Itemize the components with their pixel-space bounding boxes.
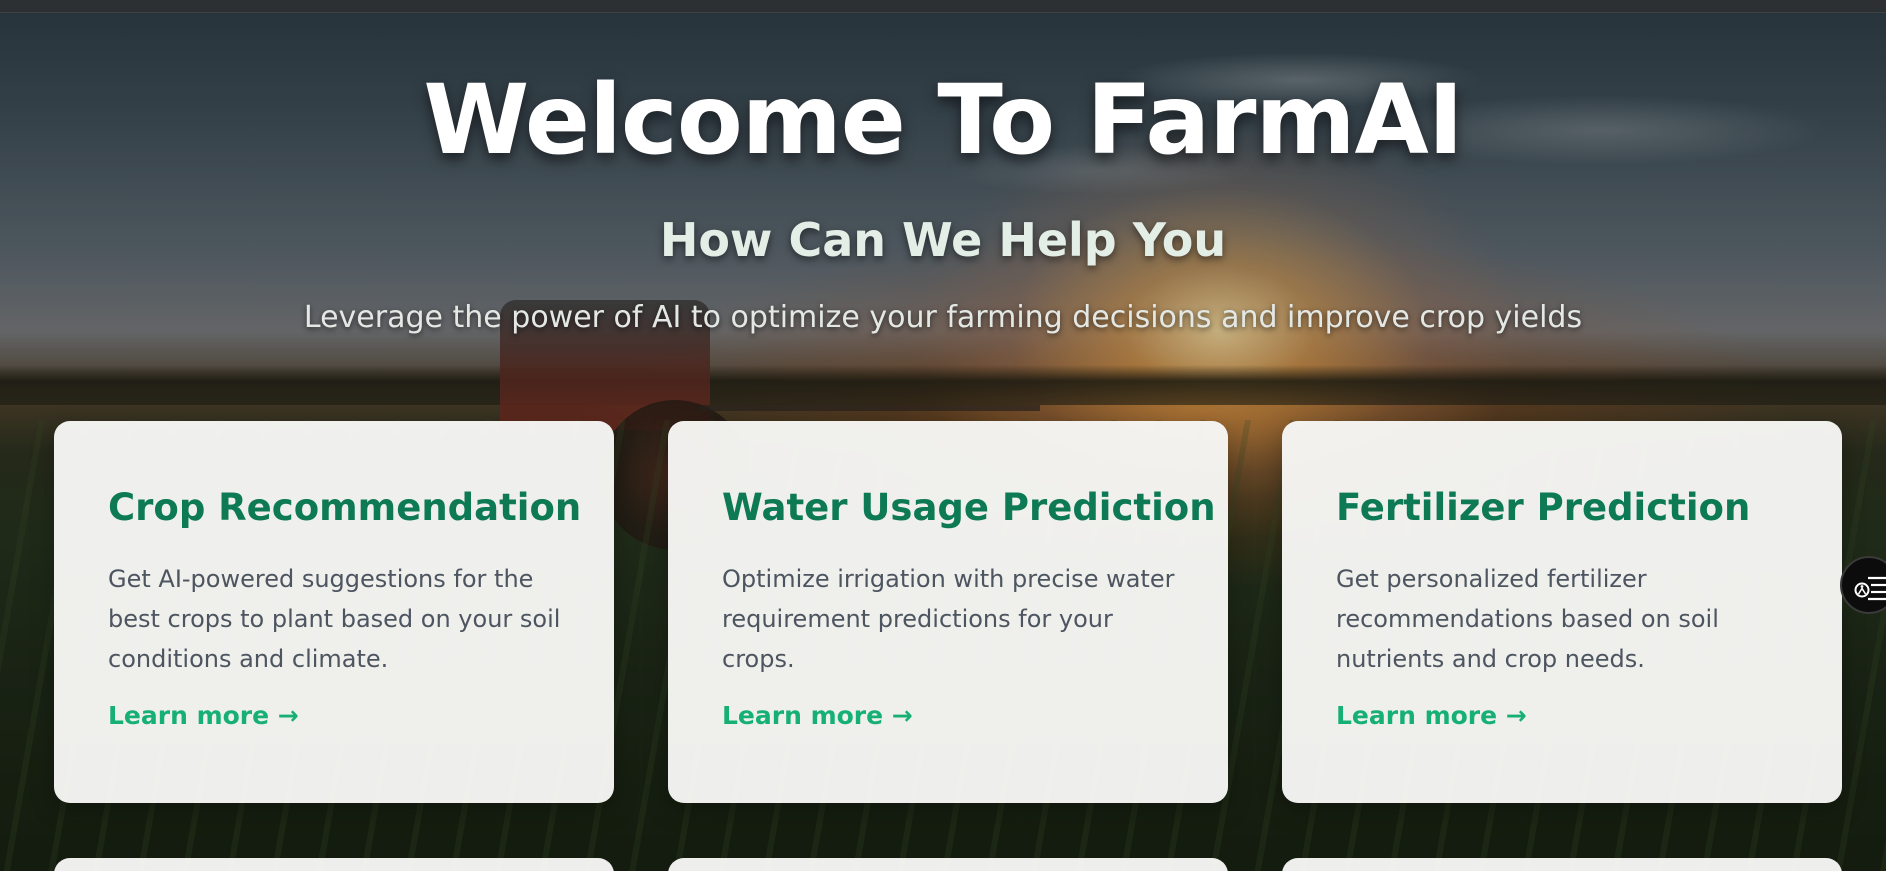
learn-more-link[interactable]: Learn more → [722,701,913,730]
learn-more-link[interactable]: Learn more → [1336,701,1527,730]
card-description: Optimize irrigation with precise water r… [722,565,1175,673]
card-description: Get personalized fertilizer recommendati… [1336,565,1719,673]
page: Welcome To FarmAI How Can We Help You Le… [0,0,1886,871]
accessibility-menu-icon [1854,576,1886,601]
card-title: Fertilizer Prediction [1336,486,1751,529]
card-peek[interactable] [54,858,614,871]
card-peek[interactable] [668,858,1228,871]
card-title: Water Usage Prediction [722,486,1216,529]
hero-title: Welcome To FarmAI [423,64,1463,176]
card-description: Get AI-powered suggestions for the best … [108,565,561,673]
card-fertilizer-prediction[interactable]: Fertilizer Prediction Get personalized f… [1282,421,1842,803]
learn-more-link[interactable]: Learn more → [108,701,299,730]
card-peek[interactable] [1282,858,1842,871]
hero-subtitle: How Can We Help You [659,213,1227,267]
card-water-usage-prediction[interactable]: Water Usage Prediction Optimize irrigati… [668,421,1228,803]
card-title: Crop Recommendation [108,486,582,529]
hero-tagline: Leverage the power of AI to optimize you… [303,300,1583,335]
card-crop-recommendation[interactable]: Crop Recommendation Get AI-powered sugge… [54,421,614,803]
